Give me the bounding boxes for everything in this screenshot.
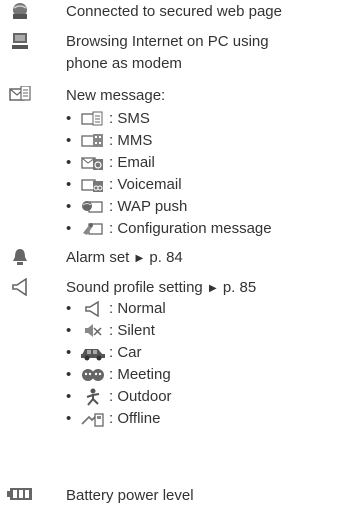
entry-text-line-1: Browsing Internet on PC using xyxy=(66,33,269,50)
email-icon xyxy=(80,154,106,172)
sub-item-silent: • : Silent xyxy=(66,322,155,340)
page-reference: p. 85 xyxy=(222,279,257,296)
entry-text: Alarm set ▶ p. 84 xyxy=(66,249,183,266)
silent-speaker-icon xyxy=(80,322,106,340)
battery-icon xyxy=(0,487,40,501)
wap-push-icon xyxy=(80,198,106,216)
voicemail-icon xyxy=(80,176,106,194)
normal-speaker-icon xyxy=(80,300,106,318)
sub-item-configuration-message: • : Configuration message xyxy=(66,220,272,238)
sub-item-mms: • : MMS xyxy=(66,132,153,150)
sub-item-sms: • : SMS xyxy=(66,110,150,128)
sub-item-normal: • : Normal xyxy=(66,300,166,318)
new-message-icon xyxy=(0,86,40,104)
sub-item-meeting: • : Meeting xyxy=(66,366,171,384)
alarm-bell-icon xyxy=(0,248,40,266)
mms-icon xyxy=(80,132,106,150)
entry-text: Connected to secured web page xyxy=(66,3,282,20)
outdoor-icon xyxy=(80,388,106,406)
entry-text-line-2: phone as modem xyxy=(66,55,182,72)
meeting-icon xyxy=(80,366,106,384)
entry-text: New message: xyxy=(66,87,166,104)
offline-icon xyxy=(80,410,106,428)
pc-modem-icon xyxy=(0,32,40,50)
sub-item-offline: • : Offline xyxy=(66,410,161,428)
sub-item-outdoor: • : Outdoor xyxy=(66,388,172,406)
page-reference: p. 84 xyxy=(149,249,183,266)
speaker-icon xyxy=(0,278,40,296)
sub-item-voicemail: • : Voicemail xyxy=(66,176,182,194)
sub-item-wap-push: • : WAP push xyxy=(66,198,188,216)
configuration-message-icon xyxy=(80,220,106,238)
sms-icon xyxy=(80,110,106,128)
car-icon xyxy=(80,344,106,362)
globe-lock-icon xyxy=(0,2,40,20)
entry-text: Battery power level xyxy=(66,487,194,504)
sub-item-car: • : Car xyxy=(66,344,142,362)
sub-item-email: • : Email xyxy=(66,154,155,172)
